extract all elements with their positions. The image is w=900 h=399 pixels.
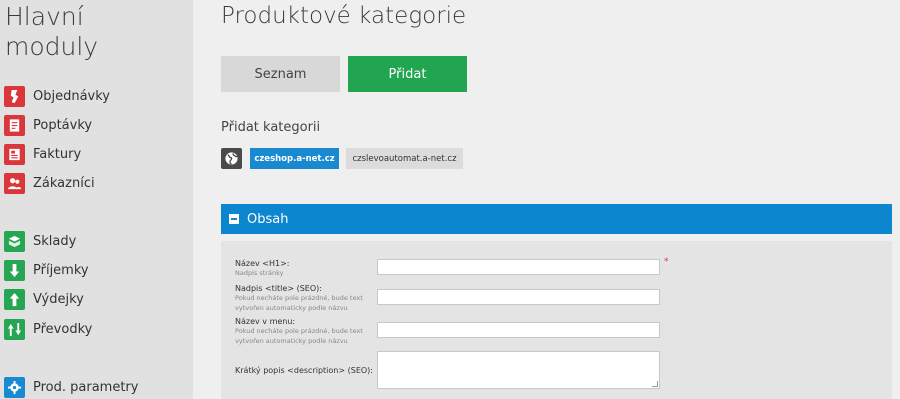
sidebar-title-line2: moduly (5, 32, 99, 61)
sidebar-item-prevodky[interactable]: Převodky (4, 318, 92, 340)
sidebar-item-label: Zákazníci (33, 175, 95, 191)
section-title: Obsah (247, 211, 289, 227)
seo-title-hint: Pokud necháte pole prázdné, bude text vy… (235, 294, 363, 312)
menu-name-input[interactable] (377, 322, 660, 338)
add-button[interactable]: Přidat (348, 56, 467, 92)
sidebar-item-zakaznici[interactable]: Zákazníci (4, 172, 95, 194)
collapse-icon[interactable] (229, 214, 239, 224)
sidebar-item-label: Výdejky (33, 291, 84, 307)
sidebar-item-poptavky[interactable]: Poptávky (4, 114, 92, 136)
menu-name-hint: Pokud necháte pole prázdné, bude text vy… (235, 327, 363, 345)
arrow-up-icon (4, 288, 25, 310)
sidebar-item-vydejky[interactable]: Výdejky (4, 288, 84, 310)
transfer-icon (4, 318, 25, 340)
sidebar-item-label: Příjemky (33, 262, 89, 278)
sidebar-item-label: Faktury (33, 146, 82, 162)
sidebar-item-label: Poptávky (33, 117, 93, 133)
sidebar-item-label: Prod. parametry (33, 379, 139, 395)
page-title: Produktové kategorie (221, 3, 467, 29)
menu-name-label: Název v menu: (235, 317, 296, 326)
shop-tab-czeshop[interactable]: czeshop.a-net.cz (250, 148, 339, 169)
sidebar: Hlavní moduly Objednávky Poptávky Faktur… (0, 0, 193, 399)
list-button[interactable]: Seznam (221, 56, 340, 92)
warehouse-icon (4, 230, 25, 252)
sidebar-item-label: Objednávky (33, 88, 111, 104)
resize-handle[interactable] (652, 381, 658, 387)
sidebar-item-prijemky[interactable]: Příjemky (4, 259, 89, 281)
sidebar-item-label: Sklady (33, 233, 77, 249)
seo-title-label: Nadpis <title> (SEO): (235, 284, 322, 293)
description-textarea[interactable] (377, 351, 660, 389)
name-label: Název <H1>: (235, 259, 290, 268)
sidebar-item-sklady[interactable]: Sklady (4, 230, 76, 252)
description-label: Krátký popis <description> (SEO): (235, 366, 373, 375)
inquiry-icon (4, 114, 25, 136)
sidebar-item-objednavky[interactable]: Objednávky (4, 85, 110, 107)
sidebar-title: Hlavní moduly (5, 2, 98, 62)
required-marker: * (664, 257, 669, 267)
add-category-heading: Přidat kategorii (221, 120, 321, 135)
globe-icon (221, 148, 242, 169)
name-hint: Nadpis stránky (235, 269, 284, 277)
sidebar-title-line1: Hlavní (5, 2, 84, 31)
invoice-icon (4, 143, 25, 165)
sidebar-item-faktury[interactable]: Faktury (4, 143, 81, 165)
customers-icon (4, 172, 25, 194)
seo-title-input[interactable] (377, 289, 660, 305)
shop-tab-czslevoautomat[interactable]: czslevoautomat.a-net.cz (346, 148, 463, 169)
name-input[interactable] (377, 259, 660, 275)
sidebar-item-label: Převodky (33, 321, 93, 337)
arrow-down-icon (4, 259, 25, 281)
gear-icon (4, 376, 25, 398)
sidebar-item-prod-parametry[interactable]: Prod. parametry (4, 376, 138, 398)
order-icon (4, 85, 25, 107)
section-header-obsah[interactable]: Obsah (221, 204, 892, 234)
